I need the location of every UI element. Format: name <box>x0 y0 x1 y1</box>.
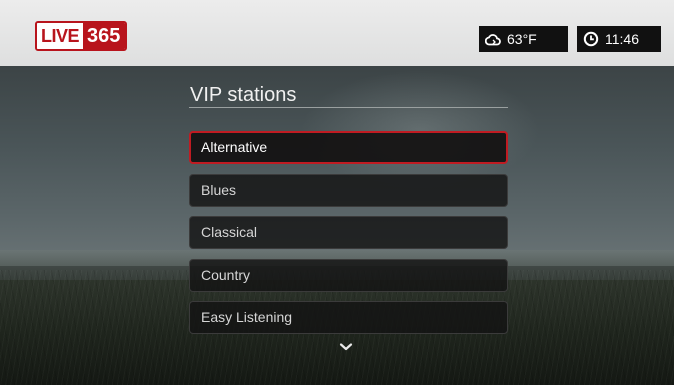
chevron-down-icon[interactable] <box>339 339 353 351</box>
cloud-icon <box>485 31 501 47</box>
station-item-classical[interactable]: Classical <box>189 216 508 249</box>
weather-indicator: 63°F <box>479 26 568 52</box>
station-item-easy-listening[interactable]: Easy Listening <box>189 301 508 334</box>
station-item-alternative[interactable]: Alternative <box>189 131 508 164</box>
logo-live-text: LIVE <box>37 23 84 49</box>
clock-indicator: 11:46 <box>577 26 661 52</box>
station-item-country[interactable]: Country <box>189 259 508 292</box>
cloud-glow <box>300 70 540 190</box>
temperature-text: 63°F <box>507 31 537 47</box>
live365-logo: LIVE 365 <box>35 21 128 51</box>
logo-365-text: 365 <box>83 23 126 49</box>
title-divider <box>189 107 508 108</box>
page-title: VIP stations <box>190 84 297 106</box>
time-text: 11:46 <box>605 31 639 47</box>
clock-icon <box>583 31 599 47</box>
station-item-blues[interactable]: Blues <box>189 174 508 207</box>
